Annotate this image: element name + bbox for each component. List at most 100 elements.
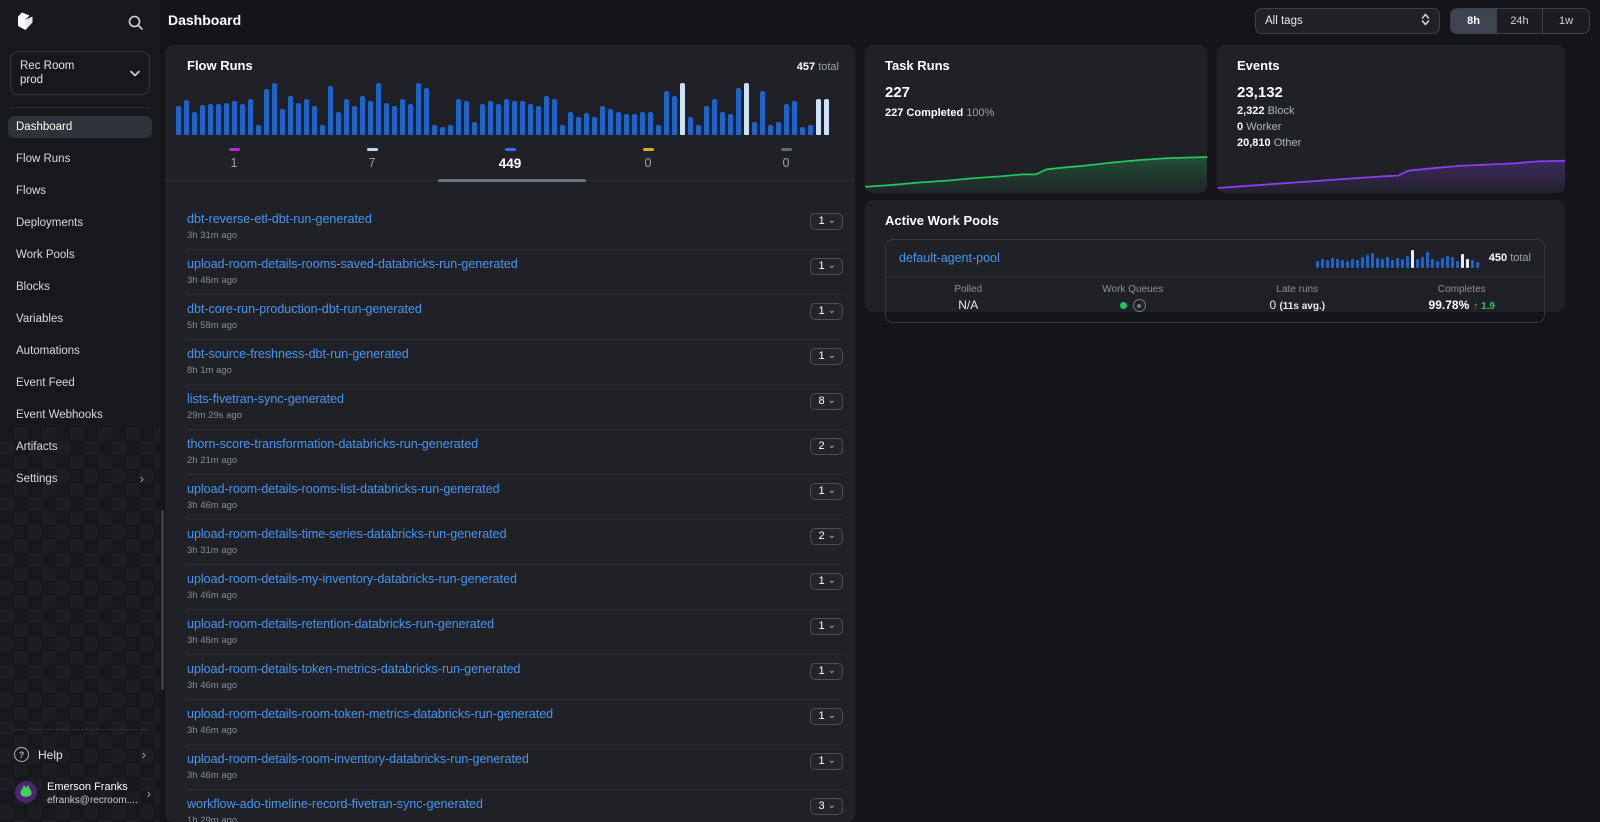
flow-run-link[interactable]: dbt-source-freshness-dbt-run-generated xyxy=(187,347,409,362)
work-pool-bar[interactable] xyxy=(1346,261,1349,268)
flow-run-stat-tab[interactable]: 1 xyxy=(165,148,303,171)
work-pool-bar[interactable] xyxy=(1471,260,1474,268)
flow-run-bar[interactable] xyxy=(608,109,613,135)
flow-run-bar[interactable] xyxy=(296,103,301,135)
flow-run-link[interactable]: upload-room-details-token-metrics-databr… xyxy=(187,662,520,677)
flow-run-bar[interactable] xyxy=(344,99,349,135)
flow-run-bar[interactable] xyxy=(368,101,373,135)
work-pool-bar[interactable] xyxy=(1421,257,1424,268)
sidebar-item-variables[interactable]: Variables xyxy=(8,308,152,330)
flow-run-bar[interactable] xyxy=(744,83,749,135)
sidebar-item-artifacts[interactable]: Artifacts xyxy=(8,436,152,458)
flow-run-bar[interactable] xyxy=(288,96,293,135)
sidebar-item-event-feed[interactable]: Event Feed xyxy=(8,372,152,394)
flow-run-stat-tab[interactable]: 0 xyxy=(579,148,717,171)
work-pool-bar[interactable] xyxy=(1446,256,1449,268)
flow-run-bar[interactable] xyxy=(472,122,477,135)
flow-run-bar[interactable] xyxy=(488,101,493,135)
flow-run-bar[interactable] xyxy=(464,101,469,135)
range-button-8h[interactable]: 8h xyxy=(1451,9,1497,33)
sidebar-item-settings[interactable]: Settings› xyxy=(8,468,152,490)
work-pool-bar[interactable] xyxy=(1341,260,1344,268)
flow-run-bar[interactable] xyxy=(184,100,189,135)
flow-run-bar[interactable] xyxy=(312,106,317,135)
flow-run-stat-tab[interactable]: 449 xyxy=(441,148,579,171)
flow-run-stat-tab[interactable]: 0 xyxy=(717,148,855,171)
flow-run-link[interactable]: workflow-ado-timeline-record-fivetran-sy… xyxy=(187,797,483,812)
run-count-chip[interactable]: 1⌄ xyxy=(810,708,843,725)
flow-run-bar[interactable] xyxy=(352,106,357,135)
work-pool-bar[interactable] xyxy=(1476,262,1479,268)
flow-run-bar[interactable] xyxy=(240,104,245,135)
flow-run-bar[interactable] xyxy=(632,114,637,135)
flow-run-bar[interactable] xyxy=(216,104,221,135)
flow-run-link[interactable]: lists-fivetran-sync-generated xyxy=(187,392,344,407)
flow-run-bar[interactable] xyxy=(584,113,589,135)
work-pool-bar[interactable] xyxy=(1426,252,1429,268)
flow-run-bar[interactable] xyxy=(328,86,333,135)
work-pool-bar[interactable] xyxy=(1466,259,1469,268)
flow-run-bar[interactable] xyxy=(408,104,413,135)
flow-run-stat-tab[interactable]: 7 xyxy=(303,148,441,171)
work-pool-link[interactable]: default-agent-pool xyxy=(899,251,1316,265)
tags-filter-select[interactable]: All tags xyxy=(1255,8,1440,34)
work-pool-bar[interactable] xyxy=(1441,258,1444,268)
work-pool-bar[interactable] xyxy=(1371,253,1374,268)
sidebar-item-deployments[interactable]: Deployments xyxy=(8,212,152,234)
flow-run-bar[interactable] xyxy=(512,101,517,135)
help-button[interactable]: ? Help › xyxy=(10,742,150,767)
flow-run-link[interactable]: upload-room-details-retention-databricks… xyxy=(187,617,494,632)
flow-run-bar[interactable] xyxy=(752,122,757,135)
flow-run-bar[interactable] xyxy=(448,125,453,135)
flow-run-bar[interactable] xyxy=(600,106,605,135)
flow-run-bar[interactable] xyxy=(760,91,765,135)
work-pool-bar[interactable] xyxy=(1331,258,1334,268)
range-button-24h[interactable]: 24h xyxy=(1497,9,1543,33)
flow-run-bar[interactable] xyxy=(536,106,541,135)
flow-run-bar[interactable] xyxy=(728,114,733,135)
run-count-chip[interactable]: 1⌄ xyxy=(810,618,843,635)
work-pool-bar[interactable] xyxy=(1411,250,1414,268)
sidebar-item-work-pools[interactable]: Work Pools xyxy=(8,244,152,266)
flow-run-bar[interactable] xyxy=(280,109,285,135)
work-pool-bar[interactable] xyxy=(1406,256,1409,268)
flow-run-bar[interactable] xyxy=(768,125,773,135)
flow-run-bar[interactable] xyxy=(544,96,549,135)
flow-run-bar[interactable] xyxy=(248,99,253,135)
work-pool-bar[interactable] xyxy=(1336,259,1339,268)
flow-run-bar[interactable] xyxy=(568,112,573,135)
run-count-chip[interactable]: 2⌄ xyxy=(810,528,843,545)
flow-run-bar[interactable] xyxy=(640,112,645,135)
run-count-chip[interactable]: 8⌄ xyxy=(810,393,843,410)
work-pool-bar[interactable] xyxy=(1391,260,1394,268)
sidebar-item-automations[interactable]: Automations xyxy=(8,340,152,362)
flow-run-bar[interactable] xyxy=(360,96,365,135)
flow-run-bar[interactable] xyxy=(384,103,389,135)
flow-run-bar[interactable] xyxy=(816,99,821,135)
work-pool-bar[interactable] xyxy=(1351,259,1354,268)
work-pool-bar[interactable] xyxy=(1396,258,1399,268)
flow-run-bar[interactable] xyxy=(176,106,181,135)
flow-run-bar[interactable] xyxy=(192,112,197,135)
work-pool-bar[interactable] xyxy=(1451,257,1454,268)
work-pool-bar[interactable] xyxy=(1416,259,1419,268)
flow-run-bar[interactable] xyxy=(232,101,237,135)
flow-run-bar[interactable] xyxy=(272,83,277,135)
sidebar-item-event-webhooks[interactable]: Event Webhooks xyxy=(8,404,152,426)
flow-run-link[interactable]: upload-room-details-my-inventory-databri… xyxy=(187,572,517,587)
flow-run-link[interactable]: upload-room-details-rooms-saved-databric… xyxy=(187,257,518,272)
work-pool-bar[interactable] xyxy=(1321,259,1324,268)
search-icon[interactable] xyxy=(125,12,146,36)
flow-run-bar[interactable] xyxy=(808,125,813,135)
run-count-chip[interactable]: 1⌄ xyxy=(810,663,843,680)
flow-run-bar[interactable] xyxy=(720,112,725,135)
flow-run-bar[interactable] xyxy=(552,99,557,135)
flow-run-bar[interactable] xyxy=(416,83,421,135)
flow-run-bar[interactable] xyxy=(688,117,693,135)
flow-run-bar[interactable] xyxy=(392,106,397,135)
workspace-selector[interactable]: Rec Room prod xyxy=(10,51,150,95)
flow-run-bar[interactable] xyxy=(528,104,533,135)
work-pool-bar[interactable] xyxy=(1461,254,1464,268)
work-pool-bar[interactable] xyxy=(1316,261,1319,268)
flow-run-link[interactable]: dbt-reverse-etl-dbt-run-generated xyxy=(187,212,372,227)
